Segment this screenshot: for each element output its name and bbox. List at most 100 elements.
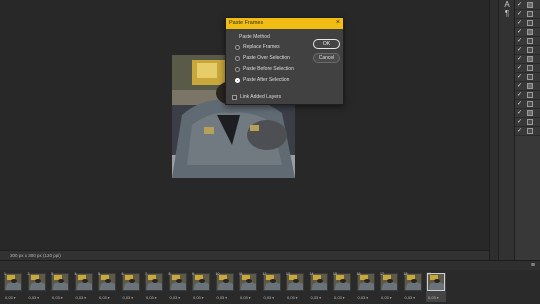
visibility-check-icon[interactable]: ✓ [517,38,522,45]
layer-row[interactable]: ✓ [515,55,540,64]
checkbox[interactable] [232,95,237,100]
frame-duration-dropdown[interactable]: 0,03▾ [123,295,134,300]
timeline-frame[interactable]: 17 0,03▾ [379,272,399,302]
layer-row[interactable]: ✓ [515,28,540,37]
dialog-titlebar[interactable]: Paste Frames × [226,18,343,29]
layer-row[interactable]: ✓ [515,118,540,127]
frame-duration-dropdown[interactable]: 0,03▾ [5,295,16,300]
layer-row[interactable]: ✓ [515,19,540,28]
radio-button[interactable] [235,45,240,50]
layer-row[interactable]: ✓ [515,109,540,118]
layer-row[interactable]: ✓ [515,46,540,55]
timeline-frame[interactable]: 14 0,03▾ [309,272,329,302]
timeline-frame[interactable]: 12 0,03▾ [262,272,282,302]
timeline-frame[interactable]: 10 0,03▾ [215,272,235,302]
radio-label: Paste Before Selection [243,66,294,72]
timeline-frame[interactable]: 9 0,03▾ [191,272,211,302]
visibility-check-icon[interactable]: ✓ [517,11,522,18]
visibility-check-icon[interactable]: ✓ [517,47,522,54]
timeline-frame[interactable]: 15 0,03▾ [332,272,352,302]
visibility-check-icon[interactable]: ✓ [517,119,522,126]
layer-row[interactable]: ✓ [515,91,540,100]
visibility-check-icon[interactable]: ✓ [517,2,522,9]
visibility-check-icon[interactable]: ✓ [517,74,522,81]
timeline-frame[interactable]: 3 0,03▾ [50,272,70,302]
frame-duration-dropdown[interactable]: 0,03▾ [264,295,275,300]
frame-duration-dropdown[interactable]: 0,03▾ [76,295,87,300]
frame-thumbnail[interactable] [27,273,46,291]
frame-duration-dropdown[interactable]: 0,03▾ [29,295,40,300]
timeline-frame[interactable]: 19 0,03▾ [426,272,446,302]
frame-duration-dropdown[interactable]: 0,03▾ [52,295,63,300]
frame-duration-dropdown[interactable]: 0,03▾ [287,295,298,300]
layer-row[interactable]: ✓ [515,100,540,109]
frame-thumbnail[interactable] [192,273,210,291]
frame-duration: 0,03 [122,295,131,300]
visibility-check-icon[interactable]: ✓ [517,65,522,72]
radio-button[interactable] [235,78,240,83]
frame-duration-dropdown[interactable]: 0,03▾ [170,295,181,300]
close-icon[interactable]: × [336,19,340,27]
frame-duration-dropdown[interactable]: 0,03▾ [334,295,345,300]
timeline-frame[interactable]: 5 0,03▾ [97,272,117,302]
frame-duration-dropdown[interactable]: 0,03▾ [217,295,228,300]
timeline-frame[interactable]: 16 0,03▾ [356,272,376,302]
timeline-frame[interactable]: 7 0,03▾ [144,272,164,302]
timeline-frame[interactable]: 4 0,03▾ [74,272,94,302]
frame-duration-dropdown[interactable]: 0,03▾ [428,295,439,300]
frame-thumbnail[interactable] [74,273,93,291]
layer-row[interactable]: ✓ [515,10,540,19]
layer-thumbnail [527,83,533,89]
layer-row[interactable]: ✓ [515,127,540,136]
layer-row[interactable]: ✓ [515,82,540,91]
timeline-frame[interactable]: 2 0,03▾ [27,272,47,302]
chevron-down-icon: ▾ [107,296,110,300]
frame-duration-dropdown[interactable]: 0,03▾ [193,295,204,300]
frame-duration-dropdown[interactable]: 0,03▾ [240,295,251,300]
visibility-check-icon[interactable]: ✓ [517,29,522,36]
timeline-frame[interactable]: 18 0,03▾ [403,272,423,302]
chevron-down-icon: ▾ [413,296,416,300]
layer-row[interactable]: ✓ [515,1,540,10]
layer-row[interactable]: ✓ [515,37,540,46]
radio-button[interactable] [235,56,240,61]
frame-thumbnail[interactable] [168,273,187,291]
frame-duration-dropdown[interactable]: 0,03▾ [146,295,157,300]
timeline-frame[interactable]: 1 0,03▾ [3,272,23,302]
ok-button[interactable]: OK [313,39,340,49]
panel-menu-icon[interactable]: ≡ [531,262,535,269]
dialog-title: Paste Frames [229,20,264,26]
layer-thumbnail [527,11,533,17]
frame-duration-dropdown[interactable]: 0,03▾ [311,295,322,300]
visibility-check-icon[interactable]: ✓ [517,20,522,27]
character-panel-icon[interactable]: A [503,1,511,9]
visibility-check-icon[interactable]: ✓ [517,92,522,99]
frame-duration-dropdown[interactable]: 0,03▾ [405,295,416,300]
frame-thumbnail[interactable] [121,273,140,291]
layer-row[interactable]: ✓ [515,73,540,82]
timeline-frame[interactable]: 13 0,03▾ [285,272,305,302]
frame-duration-dropdown[interactable]: 0,03▾ [358,295,369,300]
frame-thumbnail[interactable] [98,273,116,291]
visibility-check-icon[interactable]: ✓ [517,83,522,90]
frame-duration-dropdown[interactable]: 0,03▾ [99,295,110,300]
frame-number: 7 [145,272,147,276]
chevron-down-icon: ▾ [319,296,322,300]
visibility-check-icon[interactable]: ✓ [517,110,522,117]
visibility-check-icon[interactable]: ✓ [517,101,522,108]
layer-row[interactable]: ✓ [515,64,540,73]
frame-duration: 0,03 [28,295,37,300]
paragraph-panel-icon[interactable]: ¶ [503,10,511,18]
frame-thumbnail[interactable] [4,273,22,291]
timeline-frame[interactable]: 11 0,03▾ [238,272,258,302]
frame-thumbnail[interactable] [51,273,69,291]
radio-button[interactable] [235,67,240,72]
cancel-button[interactable]: Cancel [313,53,340,63]
frame-duration-dropdown[interactable]: 0,03▾ [381,295,392,300]
timeline-frame[interactable]: 8 0,03▾ [168,272,188,302]
frame-thumbnail[interactable] [145,273,163,291]
visibility-check-icon[interactable]: ✓ [517,128,522,135]
frame-number: 5 [98,272,100,276]
visibility-check-icon[interactable]: ✓ [517,56,522,63]
timeline-frame[interactable]: 6 0,03▾ [121,272,141,302]
